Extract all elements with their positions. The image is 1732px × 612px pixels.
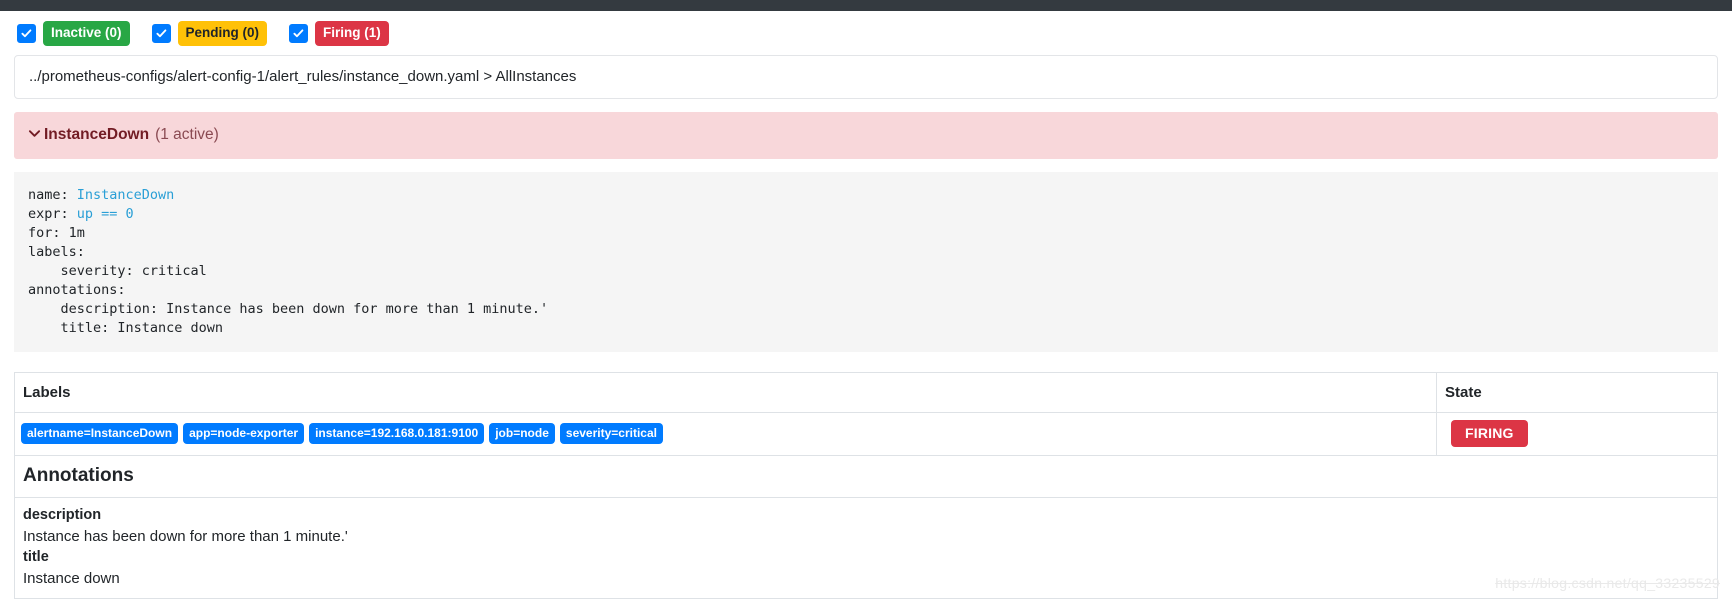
annotation-key-description: description <box>23 506 102 523</box>
table-head: Labels State <box>14 371 1718 413</box>
alert-labels-cell: alertname=InstanceDown app=node-exporter i… <box>14 411 1437 456</box>
rule-yaml-text: name: InstanceDown expr: up == 0 for: 1m… <box>14 186 1718 338</box>
top-navbar <box>0 0 1732 11</box>
watermark: https://blog.csdn.net/qq_33235529 <box>1495 574 1720 591</box>
yaml-line-severity: severity: critical <box>28 262 207 279</box>
filter-inactive-badge[interactable]: Inactive (0) <box>43 21 130 46</box>
column-header-labels: Labels <box>14 371 1437 413</box>
label-badge-alertname[interactable]: alertname=InstanceDown <box>21 422 179 444</box>
yaml-line-name-value: InstanceDown <box>76 186 175 203</box>
checkbox-checked-icon[interactable] <box>17 23 36 43</box>
label-badge-severity[interactable]: severity=critical <box>559 422 663 444</box>
table-row: alertname=InstanceDown app=node-exporter i… <box>14 411 1718 456</box>
alert-instances-table: Labels State alertname=InstanceDown app=n… <box>14 371 1718 599</box>
annotations-heading-row: Annotations <box>14 454 1718 498</box>
filter-pending[interactable]: Pending (0) <box>151 21 268 46</box>
yaml-line-for: for: 1m <box>28 224 85 241</box>
alert-state-cell: FIRING <box>1436 411 1718 456</box>
yaml-line-annotations: annotations: <box>28 281 126 298</box>
table-header-row: Labels State <box>14 371 1718 413</box>
label-badge-app[interactable]: app=node-exporter <box>183 422 305 444</box>
yaml-line-description: description: Instance has been down for … <box>28 300 549 317</box>
filter-inactive[interactable]: Inactive (0) <box>17 21 130 46</box>
label-badge-instance[interactable]: instance=192.168.0.181:9100 <box>309 422 485 444</box>
label-badge-job[interactable]: job=node <box>489 422 555 444</box>
annotation-key-title: title <box>23 548 49 565</box>
yaml-line-expr-value: up == 0 <box>76 205 134 222</box>
breadcrumb: ../prometheus-configs/alert-config-1/ale… <box>14 54 1718 99</box>
yaml-line-expr-key: expr: <box>28 205 77 222</box>
filter-firing[interactable]: Firing (1) <box>289 21 389 46</box>
table-body: alertname=InstanceDown app=node-exporter i… <box>14 411 1718 599</box>
yaml-line-name-key: name: <box>28 186 77 203</box>
rule-definition-block: name: InstanceDown expr: up == 0 for: 1m… <box>14 171 1718 352</box>
status-badge: FIRING <box>1451 419 1528 447</box>
filter-pending-badge[interactable]: Pending (0) <box>177 21 268 46</box>
alert-group-header[interactable]: InstanceDown (1 active) <box>14 111 1718 159</box>
alert-group-active-count: (1 active) <box>155 125 219 143</box>
yaml-line-labels: labels: <box>28 243 85 260</box>
filter-firing-badge[interactable]: Firing (1) <box>315 21 389 46</box>
yaml-line-title: title: Instance down <box>28 319 224 336</box>
column-header-state: State <box>1436 371 1718 413</box>
alert-group-name: InstanceDown <box>44 125 150 143</box>
page-container: Inactive (0) Pending (0) Firing (1) ../p… <box>0 11 1732 599</box>
annotations-body: description Instance has been down for m… <box>14 496 1718 599</box>
annotation-value-title: Instance down <box>23 569 120 587</box>
checkbox-checked-icon[interactable] <box>151 23 171 43</box>
annotations-body-row: description Instance has been down for m… <box>14 496 1718 599</box>
chevron-down-icon[interactable] <box>28 127 41 145</box>
annotations-heading: Annotations <box>14 454 1718 498</box>
annotation-value-description: Instance has been down for more than 1 m… <box>23 527 348 545</box>
checkbox-checked-icon[interactable] <box>289 23 309 43</box>
alert-state-filter-row: Inactive (0) Pending (0) Firing (1) <box>14 11 1718 55</box>
